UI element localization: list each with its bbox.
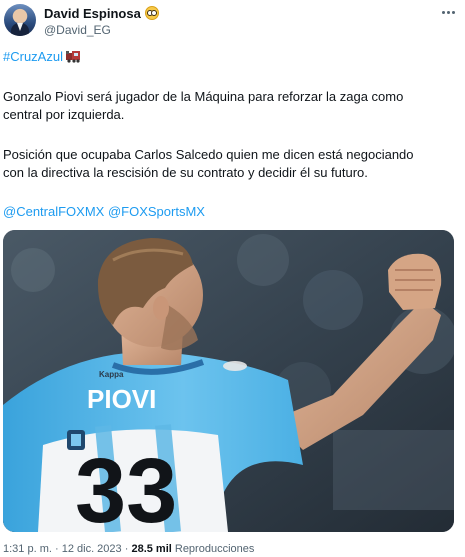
mentions-line: @CentralFOXMX @FOXSportsMX <box>3 203 205 221</box>
tweet-header: David Espinosa @David_EG <box>0 0 465 44</box>
tweet-time[interactable]: 1:31 p. m. <box>3 543 52 555</box>
jersey-brand-logo: Kappa <box>99 370 124 379</box>
views-label: Reproducciones <box>174 543 255 555</box>
tweet-text-line-4: con la directiva la rescisión de su cont… <box>3 165 368 180</box>
name-row: David Espinosa <box>44 5 159 21</box>
jersey-number: 33 <box>75 440 177 532</box>
player-illustration: Kappa PIOVI 33 <box>3 230 454 532</box>
meta-separator: · <box>54 543 59 555</box>
nerd-face-icon <box>144 6 159 20</box>
tweet-text-line-2: central por izquierda. <box>3 107 125 122</box>
mention-fox-sports[interactable]: @FOXSportsMX <box>108 204 205 219</box>
tweet-photo[interactable]: Kappa PIOVI 33 <box>3 230 454 532</box>
display-name[interactable]: David Espinosa <box>44 6 141 21</box>
more-options-icon[interactable] <box>436 4 460 20</box>
hashtag-link[interactable]: #CruzAzul <box>3 49 63 64</box>
mention-central-fox[interactable]: @CentralFOXMX <box>3 204 104 219</box>
tweet-text-line-3: Posición que ocupaba Carlos Salcedo quie… <box>3 147 414 162</box>
tweet-date[interactable]: 12 dic. 2023 <box>62 543 122 555</box>
tweet-text-line-1: Gonzalo Piovi será jugador de la Máquina… <box>3 89 404 104</box>
avatar[interactable] <box>4 4 36 36</box>
views-count: 28.5 mil <box>131 543 172 555</box>
user-handle[interactable]: @David_EG <box>44 23 111 37</box>
train-icon <box>65 51 80 63</box>
meta-separator-2: · <box>124 543 129 555</box>
jersey-name: PIOVI <box>87 384 156 414</box>
tweet-meta: 1:31 p. m. · 12 dic. 2023 · 28.5 mil Rep… <box>3 543 254 555</box>
hashtag-line: #CruzAzul <box>3 48 81 66</box>
